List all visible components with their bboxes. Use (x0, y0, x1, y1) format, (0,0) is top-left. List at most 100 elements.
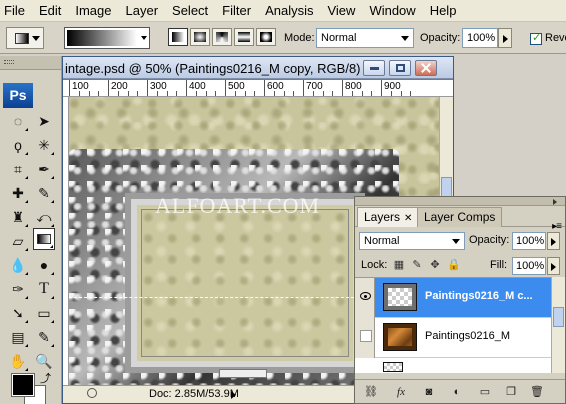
eyedropper-icon: ✎ (38, 328, 50, 345)
layer-list: Paintings0216_M c... Paintings0216_M (355, 277, 551, 373)
dodge-icon: ● (39, 257, 49, 273)
eraser-tool[interactable]: ▱ (7, 230, 29, 252)
menu-image[interactable]: Image (68, 0, 118, 22)
panel-menu-icon[interactable]: ▸≡ (552, 221, 562, 232)
radial-gradient-button[interactable] (190, 28, 210, 46)
layer-row[interactable]: Paintings0216_M (355, 318, 551, 358)
mode-select[interactable]: Normal (316, 28, 414, 48)
menu-filter[interactable]: Filter (215, 0, 258, 22)
menu-edit[interactable]: Edit (32, 0, 68, 22)
angle-gradient-button[interactable] (212, 28, 232, 46)
dodge-tool[interactable]: ● (33, 254, 55, 276)
path-selection-tool[interactable]: ➘ (7, 302, 29, 324)
menu-window[interactable]: Window (362, 0, 422, 22)
marquee-tool[interactable]: ◌ (7, 110, 29, 132)
lock-transparency-icon[interactable]: ▦ (393, 259, 405, 271)
ruler-minor-tick (273, 91, 275, 96)
new-group-icon[interactable]: ▭ (477, 384, 493, 400)
reverse-checkbox[interactable] (530, 31, 542, 45)
hand-icon: ✋ (9, 352, 27, 369)
blend-mode-select[interactable]: Normal (359, 232, 465, 250)
document-title-bar[interactable]: intage.psd @ 50% (Paintings0216_M copy, … (63, 57, 453, 79)
add-mask-icon[interactable]: ◙ (421, 384, 437, 400)
scrollbar-thumb[interactable] (553, 307, 564, 327)
magic-wand-icon: ✳ (38, 136, 50, 153)
foreground-color-swatch[interactable] (11, 373, 35, 397)
ruler-minor-tick (205, 91, 207, 96)
history-brush-icon: ⤺ (36, 208, 52, 225)
brush-tool[interactable]: ✎ (33, 182, 55, 204)
ruler-tick (69, 80, 70, 96)
opacity-slider-button[interactable] (498, 28, 512, 48)
ruler-minor-tick (98, 91, 100, 96)
menu-view[interactable]: View (320, 0, 362, 22)
pen-tool[interactable]: ✑ (7, 278, 29, 300)
layers-panel-header[interactable] (355, 197, 565, 206)
notes-tool[interactable]: ▤ (7, 326, 29, 348)
menu-select[interactable]: Select (165, 0, 215, 22)
fill-slider-button[interactable] (547, 257, 560, 275)
menu-analysis[interactable]: Analysis (258, 0, 320, 22)
tools-panel-header[interactable] (0, 56, 61, 70)
layer-row[interactable]: Paintings0216_M c... (355, 278, 551, 318)
tool-preset-picker[interactable] (6, 27, 44, 49)
menu-layer[interactable]: Layer (119, 0, 166, 22)
tab-layers[interactable]: Layers ✕ (357, 207, 420, 227)
layers-scrollbar[interactable] (551, 277, 565, 373)
layer-opacity-input[interactable]: 100% (512, 232, 546, 250)
lock-all-icon[interactable]: 🔒 (447, 259, 461, 271)
adjustment-layer-icon[interactable]: ◐ (449, 384, 465, 400)
lock-position-icon[interactable]: ✥ (429, 259, 441, 271)
gradient-picker[interactable] (64, 27, 150, 49)
fill-input[interactable]: 100% (512, 257, 546, 275)
document-size-status[interactable]: Doc: 2.85M/53.9M (149, 388, 239, 400)
menu-help[interactable]: Help (423, 0, 464, 22)
magic-wand-tool[interactable]: ✳ (33, 134, 55, 156)
diamond-gradient-button[interactable] (256, 28, 276, 46)
ruler-minor-tick (176, 91, 178, 96)
healing-tool[interactable]: ✚ (7, 182, 29, 204)
ruler-label: 700 (306, 81, 323, 92)
visibility-toggle[interactable] (355, 318, 375, 358)
menu-file[interactable]: File (0, 0, 32, 22)
linear-gradient-button[interactable] (168, 28, 188, 46)
eyedropper-tool[interactable]: ✒ (33, 158, 55, 180)
shape-tool[interactable]: ▭ (33, 302, 55, 324)
gradient-tool[interactable] (33, 228, 55, 250)
link-layers-icon[interactable]: ⛓ (363, 384, 379, 400)
layer-style-icon[interactable]: fx (393, 384, 409, 400)
ruler-minor-tick (361, 91, 363, 96)
lasso-tool[interactable]: ϙ (7, 134, 29, 156)
maximize-button[interactable] (389, 60, 411, 76)
triangle-right-icon[interactable] (231, 391, 236, 399)
close-button[interactable] (415, 60, 437, 76)
visibility-toggle[interactable] (355, 278, 375, 318)
crop-tool[interactable]: ⌗ (7, 158, 29, 180)
ruler-minor-tick (137, 91, 139, 96)
layer-opacity-slider-button[interactable] (547, 232, 560, 250)
opacity-input[interactable]: 100% (462, 28, 498, 48)
history-brush-tool[interactable]: ⤺ (33, 206, 55, 228)
minimize-button[interactable] (363, 60, 385, 76)
type-tool[interactable]: T (33, 278, 55, 300)
tab-layer-comps[interactable]: Layer Comps (417, 207, 503, 227)
color-sampler-tool[interactable]: ✎ (33, 326, 55, 348)
swap-colors-icon[interactable]: ⤴ (40, 370, 51, 386)
bandage-icon: ✚ (12, 184, 24, 201)
ruler-minor-tick (322, 91, 324, 96)
delete-layer-icon[interactable]: 🗑 (529, 384, 545, 400)
lock-label: Lock: (361, 259, 388, 271)
hand-tool[interactable]: ✋ (7, 350, 29, 372)
new-layer-icon[interactable]: ❐ (503, 384, 519, 400)
reflected-gradient-button[interactable] (234, 28, 254, 46)
ruler-tick (264, 80, 265, 96)
watermark-text: ALFOART.COM (155, 193, 321, 218)
lock-pixels-icon[interactable]: ✎ (411, 259, 423, 271)
notes-icon: ▤ (11, 328, 25, 345)
blur-tool[interactable]: 💧 (7, 254, 29, 276)
close-icon[interactable]: ✕ (404, 213, 412, 224)
move-tool[interactable]: ➤ (33, 110, 55, 132)
zoom-tool[interactable]: 🔍 (33, 350, 55, 372)
ruler-tick (186, 80, 187, 96)
clone-stamp-tool[interactable]: ♜ (7, 206, 29, 228)
